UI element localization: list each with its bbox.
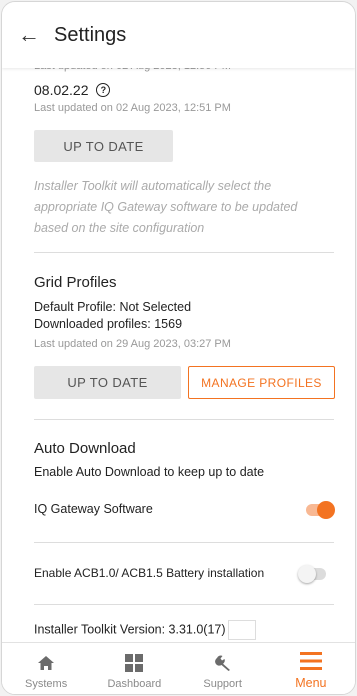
toolkit-version: Installer Toolkit Version: 3.31.0(17) xyxy=(34,620,256,640)
tab-label: Systems xyxy=(25,678,68,690)
gateway-note: Installer Toolkit will automatically sel… xyxy=(34,179,298,235)
dashboard-icon xyxy=(124,651,144,675)
tab-systems[interactable]: Systems xyxy=(2,643,90,694)
gateway-version-text: 08.02.22 xyxy=(34,82,89,98)
home-icon xyxy=(37,651,55,675)
tab-label: Menu xyxy=(295,676,327,690)
auto-download-description: Enable Auto Download to keep up to date xyxy=(34,465,265,479)
tab-label: Dashboard xyxy=(107,678,162,690)
help-icon[interactable]: ? xyxy=(96,83,111,98)
iq-gateway-toggle[interactable] xyxy=(306,501,335,519)
tab-support[interactable]: Support xyxy=(179,643,267,694)
acb-battery-toggle[interactable] xyxy=(298,565,326,583)
tab-label: Support xyxy=(203,678,242,690)
auto-download-title: Auto Download xyxy=(34,440,136,457)
divider xyxy=(34,419,334,420)
iq-gateway-software-label: IQ Gateway Software xyxy=(34,502,153,516)
back-arrow-icon[interactable]: ← xyxy=(18,22,54,48)
grid-profiles-title: Grid Profiles xyxy=(34,274,117,291)
grid-up-to-date-button[interactable]: UP TO DATE xyxy=(34,366,181,399)
tab-menu[interactable]: Menu xyxy=(267,643,355,694)
gateway-up-to-date-button[interactable]: UP TO DATE xyxy=(34,130,173,162)
downloaded-profiles: Downloaded profiles: 1569 xyxy=(34,317,183,331)
default-profile: Default Profile: Not Selected xyxy=(34,300,192,314)
tab-dashboard[interactable]: Dashboard xyxy=(90,643,178,694)
bottom-tab-bar: Systems Dashboard Support Menu xyxy=(2,642,355,694)
divider xyxy=(34,542,334,543)
manage-profiles-button[interactable]: MANAGE PROFILES xyxy=(188,366,335,399)
grid-profiles-last-updated: Last updated on 29 Aug 2023, 03:27 PM xyxy=(34,338,231,350)
toggle-knob xyxy=(298,565,316,583)
toggle-knob xyxy=(317,501,335,519)
version-box xyxy=(227,620,256,640)
gateway-last-updated: Last updated on 02 Aug 2023, 12:51 PM xyxy=(34,102,231,114)
acb-battery-label: Enable ACB1.0/ ACB1.5 Battery installati… xyxy=(34,566,265,580)
app-frame: Last updated on 02 Aug 2023, 12:50 PM 08… xyxy=(1,1,356,695)
settings-content[interactable]: Last updated on 02 Aug 2023, 12:50 PM 08… xyxy=(2,2,355,644)
menu-icon xyxy=(299,649,322,673)
divider xyxy=(34,252,334,253)
divider xyxy=(34,604,334,605)
page-title: Settings xyxy=(54,23,127,46)
toolkit-version-text: Installer Toolkit Version: 3.31.0(17) xyxy=(34,622,226,637)
app-header: ← Settings xyxy=(2,2,355,68)
gateway-version: 08.02.22 ? xyxy=(34,82,111,98)
wrench-icon xyxy=(214,651,232,675)
